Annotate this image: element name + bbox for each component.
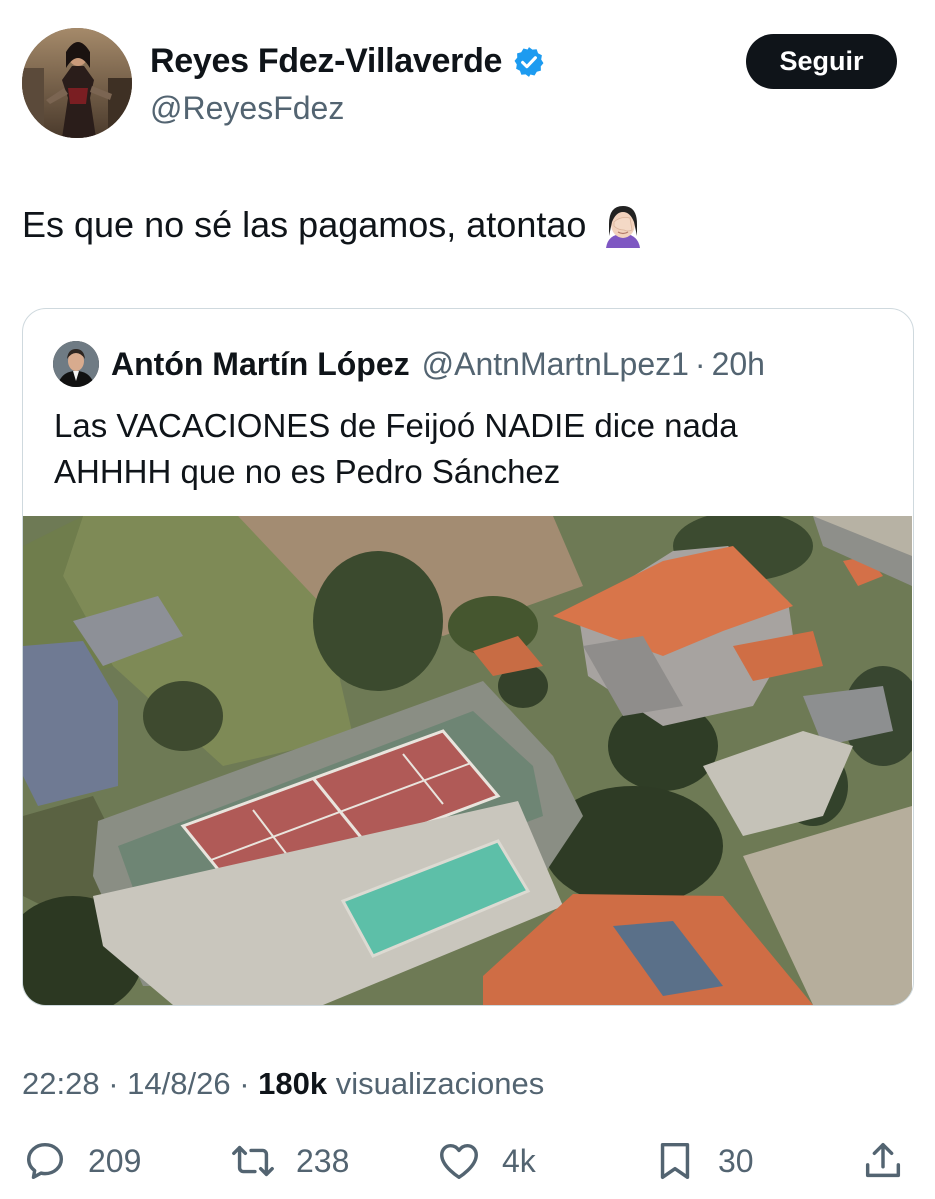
tweet-meta: 22:28 · 14/8/26 · 180k visualizaciones	[22, 1066, 544, 1102]
tweet-actions: 209 238 4k 30	[22, 1138, 915, 1194]
tweet-time[interactable]: 22:28	[22, 1066, 100, 1101]
reply-icon	[26, 1142, 64, 1180]
meta-separator: ·	[108, 1066, 119, 1101]
bookmark-count: 30	[718, 1142, 754, 1179]
heart-icon	[440, 1143, 478, 1180]
aerial-photo-icon	[23, 511, 913, 1005]
retweet-icon	[232, 1145, 274, 1177]
reply-button[interactable]: 209	[22, 1138, 141, 1184]
bookmark-icon	[660, 1142, 690, 1180]
author-avatar[interactable]	[22, 28, 132, 138]
quoted-text-line: Las VACACIONES de Feijoó NADIE dice nada	[54, 407, 738, 444]
like-button[interactable]: 4k	[436, 1138, 536, 1184]
quoted-author-handle[interactable]: @AntnMartnLpez1	[422, 346, 689, 383]
author-handle[interactable]: @ReyesFdez	[150, 90, 344, 127]
author-name[interactable]: Reyes Fdez-Villaverde	[150, 42, 502, 81]
like-count: 4k	[502, 1142, 536, 1179]
woman-facepalming-emoji-icon	[606, 206, 641, 248]
share-button[interactable]	[860, 1138, 906, 1184]
bookmark-button[interactable]: 30	[652, 1138, 754, 1184]
views-count: 180k	[258, 1066, 328, 1101]
quoted-text-line: AHHHH que no es Pedro Sánchez	[54, 453, 561, 490]
retweet-button[interactable]: 238	[230, 1138, 349, 1184]
verified-badge-icon	[514, 46, 544, 77]
views-label: visualizaciones	[335, 1066, 545, 1101]
quoted-aerial-photo[interactable]	[23, 511, 913, 1005]
quoted-separator: ·	[694, 345, 706, 382]
quoted-tweet-card[interactable]: Antón Martín López @AntnMartnLpez1 · 20h…	[22, 308, 914, 1006]
reply-count: 209	[88, 1142, 142, 1179]
follow-button[interactable]: Seguir	[746, 34, 897, 89]
quoted-text: Las VACACIONES de Feijoó NADIE dice nada…	[54, 403, 894, 495]
author-name-row: Reyes Fdez-Villaverde	[150, 42, 546, 81]
quoted-author-name[interactable]: Antón Martín López	[111, 346, 410, 383]
retweet-count: 238	[296, 1142, 350, 1179]
tweet-header: Reyes Fdez-Villaverde @ReyesFdez Seguir	[22, 28, 915, 140]
tweet-date[interactable]: 14/8/26	[127, 1066, 230, 1101]
quoted-author-avatar[interactable]	[53, 341, 99, 387]
tweet-text-body: Es que no sé las pagamos, atontao	[22, 204, 587, 245]
meta-separator: ·	[239, 1066, 250, 1101]
quoted-time[interactable]: 20h	[712, 346, 765, 383]
tweet-text: Es que no sé las pagamos, atontao	[22, 202, 646, 248]
share-icon	[865, 1142, 901, 1178]
quoted-header: Antón Martín López @AntnMartnLpez1 · 20h	[53, 341, 765, 387]
